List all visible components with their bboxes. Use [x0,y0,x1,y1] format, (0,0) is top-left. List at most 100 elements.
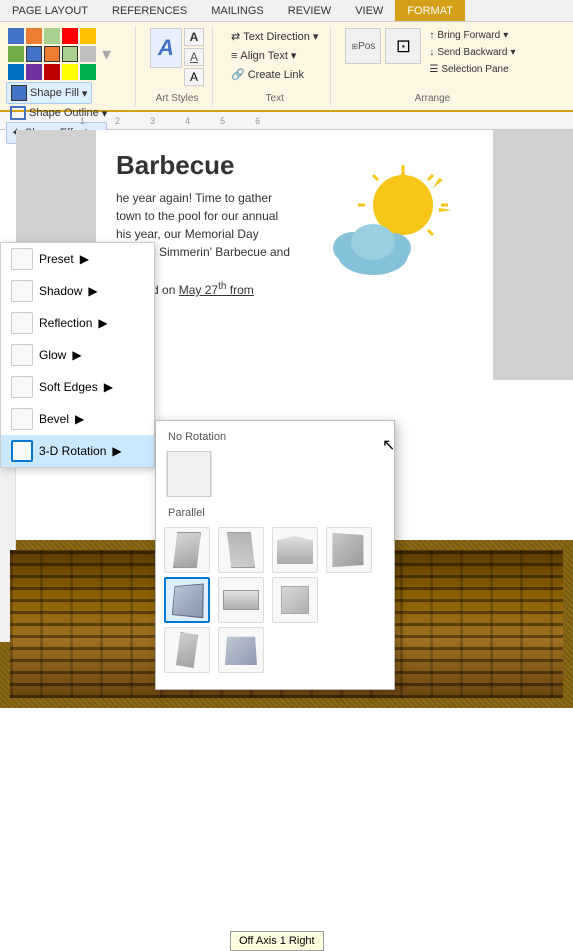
align-text-button[interactable]: ≡ Align Text ▾ [227,47,322,64]
rotation-row3-1[interactable] [164,627,210,673]
rotation-off-axis-1-top[interactable] [218,577,264,623]
soft-edges-arrow: ▶ [104,380,113,394]
wordart-styles-group: A A A A Art Styles [142,26,213,106]
tab-review[interactable]: REVIEW [276,0,343,21]
glow-arrow: ▶ [72,348,81,362]
empty-cell [326,577,372,623]
ruler-mark: 1 [80,116,85,126]
position-button[interactable]: ⊞ Pos [345,28,381,64]
small-right-shape [281,586,309,614]
ribbon-toolbar: ▾ Shape Fill ▾ Shape Outline ▾ ✦ Shape E… [0,22,573,112]
send-bwd-arrow: ▾ [510,47,515,58]
wordart-text-outline[interactable]: A [184,48,204,66]
shape-styles-group: ▾ Shape Fill ▾ Shape Outline ▾ ✦ Shape E… [6,26,136,106]
rotation-isometric-left[interactable] [164,527,210,573]
send-backward-button[interactable]: ↓ Send Backward ▾ [425,45,519,60]
illustration [303,160,463,290]
3d-shape-left [173,532,201,568]
shadow-check [11,280,33,302]
bevel-label: Bevel [39,412,69,426]
soft-edges-label: Soft Edges [39,380,98,394]
shape-outline-button[interactable]: Shape Outline ▾ [6,104,111,122]
create-link-button[interactable]: 🔗 Create Link [227,66,322,83]
bring-forward-button[interactable]: ↑ Bring Forward ▾ [425,28,519,43]
rotation-isometric-top[interactable] [272,527,318,573]
reflection-check [11,312,33,334]
parallel-grid [164,527,386,673]
tab-view[interactable]: VIEW [343,0,395,21]
dropdown-item-3d-rotation[interactable]: 3-D Rotation ▶ [1,435,154,467]
bevel-check [11,408,33,430]
align-text-icon: ≡ [231,50,237,62]
dropdown-item-glow[interactable]: Glow ▶ [1,339,154,371]
arrange-group: ⊞ Pos ⊡ ↑ Bring Forward ▾ ↓ Send Backwar… [337,26,527,106]
dropdown-arrow: ▾ [82,87,88,100]
3d-rotation-arrow: ▶ [112,444,121,458]
dropdown-item-bevel[interactable]: Bevel ▶ [1,403,154,435]
rotation-off-axis-2-left[interactable] [272,577,318,623]
create-link-icon: 🔗 [231,68,245,81]
tab-references[interactable]: REFERENCES [100,0,199,21]
ruler-mark: 4 [185,116,190,126]
3d-rotation-check [11,440,33,462]
shape-fill-icon [11,85,27,101]
shape-effects-dropdown: Preset ▶ Shadow ▶ Reflection ▶ Glow ▶ So… [0,242,155,468]
row3-shape [225,637,257,665]
text-direction-icon: ⇄ [231,30,240,43]
wordart-text-fill[interactable]: A [184,28,204,46]
wordart-a-large[interactable]: A [150,28,182,68]
dropdown-item-soft-edges[interactable]: Soft Edges ▶ [1,371,154,403]
no-rotation-item[interactable] [166,451,212,497]
ribbon-tabs: PAGE LAYOUT REFERENCES MAILINGS REVIEW V… [0,0,573,22]
no-rotation-label: No Rotation [164,429,386,445]
align-arrow: ▾ [291,49,297,62]
preset-label: Preset [39,252,74,266]
ruler-mark: 5 [220,116,225,126]
reflection-label: Reflection [39,316,92,330]
tab-mailings[interactable]: MAILINGS [199,0,276,21]
text-group: ⇄ Text Direction ▾ ≡ Align Text ▾ 🔗 Crea… [219,26,331,106]
rotation-isometric-right[interactable] [218,527,264,573]
bevel-arrow: ▶ [75,412,84,426]
text-dir-arrow: ▾ [313,30,319,43]
text-group-label: Text [227,91,322,104]
rotation-tooltip: Off Axis 1 Right [230,931,324,951]
preset-check [11,248,33,270]
flat-horiz-shape [223,590,259,610]
tab-page-layout[interactable]: PAGE LAYOUT [0,0,100,21]
tab-format[interactable]: FORMAT [395,0,465,21]
rotation-off-axis-1-right[interactable] [164,577,210,623]
parallel-label: Parallel [164,505,386,521]
dropdown-item-reflection[interactable]: Reflection ▶ [1,307,154,339]
glow-label: Glow [39,348,66,362]
ruler-mark: 6 [255,116,260,126]
highlighted-shape [172,583,204,618]
doc-page[interactable]: Barbecue he year again! Time to gather t… [96,130,493,380]
dropdown-arrow2: ▾ [102,107,108,120]
shape-fill-button[interactable]: Shape Fill ▾ [6,82,92,104]
rotation-submenu: No Rotation Parallel [155,420,395,690]
selection-pane-icon: ☰ [429,64,438,75]
tall-left-shape [176,632,198,668]
3d-shape-top [277,536,313,564]
glow-check [11,344,33,366]
shape-outline-icon [10,106,26,120]
preset-arrow: ▶ [80,252,89,266]
rotation-row3-2[interactable] [218,627,264,673]
dropdown-item-shadow[interactable]: Shadow ▶ [1,275,154,307]
3d-shape-right [227,532,255,568]
send-backward-icon: ↓ [429,47,434,58]
shadow-arrow: ▶ [88,284,97,298]
wordart-styles-label: Art Styles [150,91,204,104]
rotation-off-axis-1-left[interactable] [326,527,372,573]
bring-fwd-arrow: ▾ [503,30,508,41]
3d-rotation-label: 3-D Rotation [39,444,106,458]
wordart-text-effects[interactable]: A [184,68,204,86]
reflection-arrow: ▶ [98,316,107,330]
arrange-label: Arrange [345,91,519,104]
wrap-text-button[interactable]: ⊡ [385,28,421,64]
ruler-mark: 2 [115,116,120,126]
text-direction-button[interactable]: ⇄ Text Direction ▾ [227,28,322,45]
selection-pane-button[interactable]: ☰ Selection Pane [425,62,519,77]
dropdown-item-preset[interactable]: Preset ▶ [1,243,154,275]
